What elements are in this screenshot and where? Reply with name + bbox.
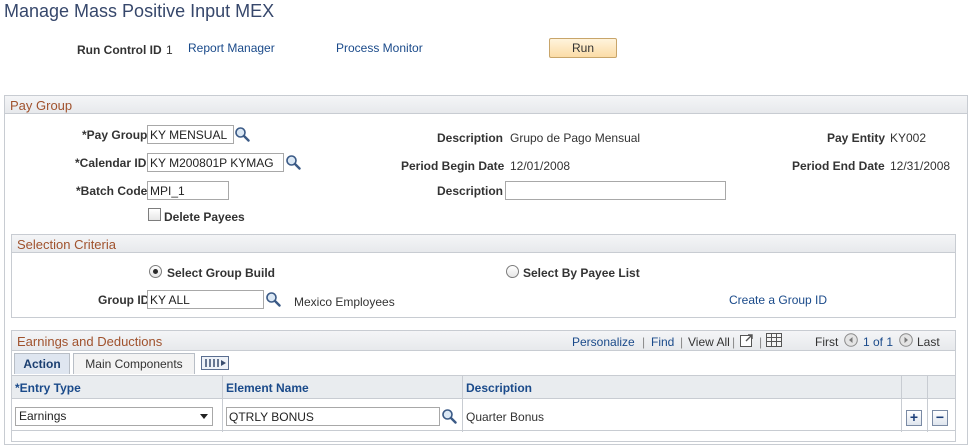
pay-entity-label: Pay Entity <box>827 131 886 145</box>
select-by-payee-list-label: Select By Payee List <box>523 266 640 280</box>
row-description: Quarter Bonus <box>466 410 545 424</box>
batch-code-label: *Batch Code <box>76 184 148 198</box>
calendar-id-input[interactable] <box>147 153 284 172</box>
page-title: Manage Mass Positive Input MEX <box>4 1 275 21</box>
entry-type-value: Earnings <box>19 409 67 423</box>
element-name-lookup-icon[interactable] <box>441 408 457 424</box>
column-element-name[interactable]: Element Name <box>226 381 309 395</box>
select-group-build-label: Select Group Build <box>167 266 276 280</box>
earnings-deductions-title: Earnings and Deductions <box>17 334 163 349</box>
separator: | <box>732 335 736 349</box>
previous-icon[interactable] <box>844 333 858 347</box>
pay-group-label: *Pay Group <box>82 128 148 142</box>
select-by-payee-list-radio[interactable] <box>506 265 519 278</box>
last-label[interactable]: Last <box>917 335 940 349</box>
tab-action[interactable]: Action <box>14 353 70 374</box>
show-all-columns-icon[interactable] <box>201 356 229 370</box>
add-row-button[interactable]: + <box>906 410 922 426</box>
zoom-icon[interactable] <box>739 332 755 348</box>
personalize-link[interactable]: Personalize <box>572 335 635 349</box>
pay-entity-value: KY002 <box>890 131 927 145</box>
period-end-label: Period End Date <box>792 159 885 173</box>
separator: | <box>642 335 646 349</box>
delete-row-button[interactable]: − <box>932 410 948 426</box>
batch-description-label: Description <box>437 184 504 198</box>
tab-main-components[interactable]: Main Components <box>73 353 195 374</box>
separator: | <box>759 335 763 349</box>
run-button[interactable]: Run <box>549 38 617 58</box>
description-value: Grupo de Pago Mensual <box>510 131 641 145</box>
calendar-id-lookup-icon[interactable] <box>285 154 301 170</box>
column-entry-type[interactable]: *Entry Type <box>15 381 81 395</box>
separator: | <box>680 335 684 349</box>
period-begin-value: 12/01/2008 <box>510 159 571 173</box>
column-description[interactable]: Description <box>466 381 532 395</box>
run-control-value: 1 <box>166 43 173 57</box>
description-label: Description <box>437 131 504 145</box>
group-id-lookup-icon[interactable] <box>265 291 281 307</box>
batch-description-input[interactable] <box>505 181 726 200</box>
calendar-id-label: *Calendar ID <box>75 156 147 170</box>
selection-criteria-title: Selection Criteria <box>17 237 116 252</box>
period-end-value: 12/31/2008 <box>890 159 951 173</box>
report-manager-link[interactable]: Report Manager <box>188 41 275 55</box>
first-label[interactable]: First <box>815 335 838 349</box>
process-monitor-link[interactable]: Process Monitor <box>336 41 423 55</box>
pay-group-title: Pay Group <box>10 98 73 113</box>
delete-payees-label: Delete Payees <box>164 210 245 224</box>
next-icon[interactable] <box>899 333 913 347</box>
entry-type-select[interactable]: Earnings <box>15 407 213 426</box>
group-id-input[interactable] <box>147 290 264 309</box>
period-begin-label: Period Begin Date <box>401 159 505 173</box>
select-group-build-radio[interactable] <box>149 265 162 278</box>
element-name-input[interactable] <box>226 407 440 426</box>
row-range: 1 of 1 <box>863 335 894 349</box>
run-control-label: Run Control ID <box>77 43 162 57</box>
group-id-label: Group ID <box>98 293 150 307</box>
group-id-description: Mexico Employees <box>294 295 395 309</box>
pay-group-header: Pay Group <box>5 96 967 114</box>
earnings-deductions-header: Earnings and Deductions <box>12 331 955 351</box>
delete-payees-checkbox[interactable] <box>148 208 161 221</box>
selection-criteria-header: Selection Criteria <box>12 235 955 253</box>
view-all-link[interactable]: View All <box>688 335 730 349</box>
create-group-id-link[interactable]: Create a Group ID <box>729 293 827 307</box>
download-grid-icon[interactable] <box>766 333 782 347</box>
find-link[interactable]: Find <box>651 335 674 349</box>
batch-code-input[interactable] <box>147 181 229 200</box>
pay-group-input[interactable] <box>147 125 234 144</box>
pay-group-lookup-icon[interactable] <box>234 126 250 142</box>
chevron-down-icon <box>200 414 208 419</box>
